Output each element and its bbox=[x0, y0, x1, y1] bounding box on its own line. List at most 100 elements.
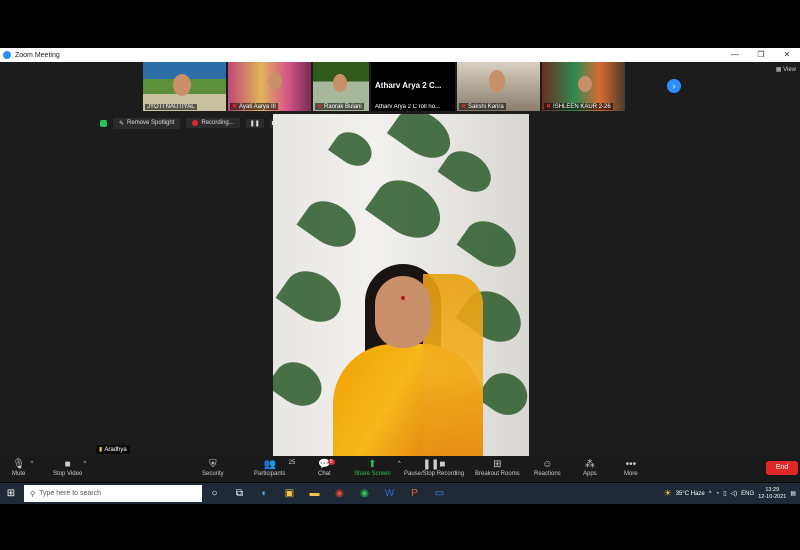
battery-icon[interactable]: ▯ bbox=[723, 490, 726, 497]
zoom-taskbar-icon[interactable]: ▭ bbox=[427, 488, 452, 499]
windows-taskbar: ⊞ ⚲ Type here to search ○ ⧉ ◐ ▣ ▬ ◉ ◉ W … bbox=[0, 483, 800, 504]
participants-icon: 👥 bbox=[263, 459, 276, 470]
share-screen-button[interactable]: ⬆ Share Screen ^ bbox=[354, 459, 401, 477]
chat-unread-badge: 5 bbox=[327, 459, 335, 465]
file-explorer-icon[interactable]: ▬ bbox=[302, 488, 327, 499]
notification-icon[interactable]: ▤ bbox=[790, 490, 796, 497]
breakout-rooms-button[interactable]: ⊞ Breakout Rooms bbox=[475, 459, 520, 477]
speaker-dupatta bbox=[423, 274, 483, 456]
weather-text[interactable]: 35°C Haze bbox=[676, 491, 705, 497]
mic-muted-icon: ✖ bbox=[461, 104, 467, 110]
chat-button[interactable]: 💬 Chat 5 bbox=[318, 459, 335, 477]
background-plant bbox=[364, 168, 452, 250]
network-icon[interactable]: ◔ bbox=[716, 491, 720, 497]
participant-name: Atharv Arya 2 C roll no... bbox=[373, 104, 443, 110]
word-icon[interactable]: W bbox=[377, 488, 402, 499]
more-button[interactable]: ••• More bbox=[624, 459, 638, 477]
apps-button[interactable]: ⁂ Apps bbox=[583, 459, 597, 477]
pause-stop-recording-button[interactable]: ❚❚■ Pause/Stop Recording bbox=[404, 459, 464, 477]
chevron-up-icon[interactable]: ^ bbox=[83, 461, 86, 467]
edge-browser-icon[interactable]: ◐ bbox=[252, 488, 277, 499]
mute-button[interactable]: 🎙 Mute ^ bbox=[12, 459, 33, 477]
participant-face bbox=[268, 72, 282, 90]
spotlight-video bbox=[273, 114, 529, 456]
grid-icon: ▦ bbox=[775, 67, 782, 73]
shield-icon: ⛨ bbox=[209, 459, 217, 470]
background-plant bbox=[296, 191, 365, 257]
recording-dot-icon bbox=[192, 120, 199, 126]
background-plant bbox=[456, 211, 525, 277]
next-page-arrow-icon[interactable]: › bbox=[667, 79, 681, 93]
background-plant bbox=[328, 125, 378, 173]
screen: Zoom Meeting — ❐ ✕ JYOTI NAUTIYAL ✖ Ayati… bbox=[0, 0, 800, 550]
store-icon[interactable]: ▣ bbox=[277, 488, 302, 499]
window-title: Zoom Meeting bbox=[15, 51, 60, 59]
chevron-up-icon[interactable]: ^ bbox=[709, 491, 712, 497]
task-view-icon[interactable]: ⧉ bbox=[227, 488, 252, 499]
volume-icon[interactable]: ◁) bbox=[731, 490, 738, 497]
system-tray: ☀ 35°C Haze ^ ◔ ▯ ◁) ENG 13:29 12-10-202… bbox=[664, 483, 800, 504]
pause-recording-button[interactable]: ❚❚ bbox=[245, 118, 264, 128]
participant-thumbnail[interactable]: ✖ Sakshi Karira bbox=[457, 62, 540, 111]
mic-muted-icon: ✖ bbox=[546, 104, 552, 110]
reactions-icon: ☺ bbox=[542, 459, 553, 470]
speaker-face bbox=[375, 276, 431, 348]
chevron-up-icon[interactable]: ^ bbox=[31, 461, 34, 467]
ellipsis-icon: ••• bbox=[625, 459, 637, 470]
participant-name: ✖ Sakshi Karira bbox=[459, 103, 506, 110]
close-button[interactable]: ✕ bbox=[774, 48, 800, 62]
speaker-name-tag: ▮ Aradhya bbox=[96, 445, 130, 454]
participant-name: ✖ ISHLEEN KAUR 2-26 bbox=[544, 103, 613, 110]
participant-name: ✖ Raorak Bulani bbox=[315, 103, 364, 110]
stop-video-button[interactable]: ■ Stop Video ^ bbox=[53, 459, 86, 477]
background-plant bbox=[275, 260, 351, 333]
chrome-profile-icon[interactable]: ◉ bbox=[352, 488, 377, 499]
pin-icon: ✎ bbox=[119, 120, 125, 127]
window-controls: — ❐ ✕ bbox=[722, 48, 800, 62]
powerpoint-icon[interactable]: P bbox=[402, 488, 427, 499]
video-camera-icon: ■ bbox=[64, 459, 71, 470]
maximize-button[interactable]: ❐ bbox=[748, 48, 774, 62]
participant-face bbox=[489, 70, 505, 92]
share-screen-icon: ⬆ bbox=[368, 459, 377, 470]
search-icon: ⚲ bbox=[30, 490, 36, 498]
meeting-controls: 🎙 Mute ^ ■ Stop Video ^ ⛨ Security 👥 Par… bbox=[0, 456, 800, 482]
meeting-area: JYOTI NAUTIYAL ✖ Ayati Aarya III ✖ Raorak … bbox=[0, 62, 800, 456]
security-button[interactable]: ⛨ Security bbox=[202, 459, 224, 477]
apps-icon: ⁂ bbox=[584, 459, 595, 470]
breakout-rooms-icon: ⊞ bbox=[493, 459, 502, 470]
cortana-icon[interactable]: ○ bbox=[202, 488, 227, 499]
background-plant bbox=[475, 364, 529, 424]
participant-thumbnail[interactable]: ✖ Raorak Bulani bbox=[313, 62, 369, 111]
remove-spotlight-button[interactable]: ✎ Remove Spotlight bbox=[113, 117, 181, 129]
mic-muted-icon: ✖ bbox=[317, 104, 323, 110]
participant-face bbox=[173, 74, 191, 96]
participant-name: ✖ Ayati Aarya III bbox=[230, 103, 278, 110]
background-plant bbox=[273, 353, 330, 415]
end-meeting-button[interactable]: End bbox=[766, 461, 798, 475]
participants-count: 25 bbox=[288, 460, 296, 466]
participant-thumbnail[interactable]: ✖ Ayati Aarya III bbox=[228, 62, 311, 111]
participants-button[interactable]: 👥 Participants 25 bbox=[254, 459, 295, 477]
zoom-logo-icon bbox=[3, 51, 11, 59]
participant-face bbox=[578, 76, 592, 92]
participant-face bbox=[333, 74, 347, 92]
chevron-up-icon[interactable]: ^ bbox=[398, 461, 401, 467]
microphone-icon: 🎙 bbox=[12, 459, 26, 470]
chrome-icon[interactable]: ◉ bbox=[327, 488, 352, 499]
mic-muted-icon: ✖ bbox=[232, 104, 238, 110]
reactions-button[interactable]: ☺ Reactions bbox=[534, 459, 561, 477]
language-indicator[interactable]: ENG bbox=[741, 491, 754, 497]
participant-thumbnail[interactable]: JYOTI NAUTIYAL bbox=[143, 62, 226, 111]
participant-thumbnail[interactable]: Atharv Arya 2 C... Atharv Arya 2 C roll … bbox=[371, 62, 455, 111]
participant-name: JYOTI NAUTIYAL bbox=[145, 104, 197, 110]
signal-bars-icon: ▮ bbox=[99, 447, 103, 453]
taskbar-search-input[interactable]: ⚲ Type here to search bbox=[24, 485, 202, 502]
windows-start-icon[interactable]: ⊞ bbox=[0, 488, 22, 499]
minimize-button[interactable]: — bbox=[722, 48, 748, 62]
participant-thumbnail[interactable]: ✖ ISHLEEN KAUR 2-26 bbox=[542, 62, 625, 111]
clock[interactable]: 13:29 12-10-2021 bbox=[758, 487, 786, 501]
title-bar: Zoom Meeting — ❐ ✕ bbox=[0, 48, 800, 62]
participant-display-name: Atharv Arya 2 C... bbox=[375, 81, 442, 90]
view-button[interactable]: ▦ View bbox=[776, 66, 796, 73]
